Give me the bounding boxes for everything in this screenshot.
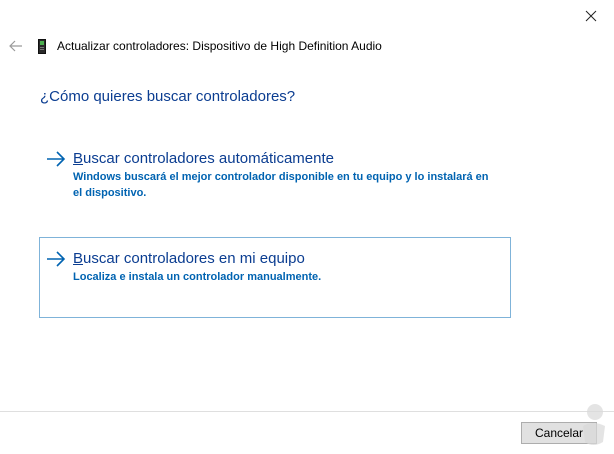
option-description: Windows buscará el mejor controlador dis… (73, 171, 489, 199)
footer-separator (0, 411, 614, 412)
option-title: Buscar controladores en mi equipo (73, 250, 305, 267)
arrow-right-icon (47, 151, 66, 167)
title-bar: Actualizar controladores: Dispositivo de… (8, 36, 382, 56)
audio-device-icon (38, 38, 48, 54)
search-automatically-option[interactable]: Buscar controladores automáticamente Win… (39, 137, 511, 209)
page-question: ¿Cómo quieres buscar controladores? (40, 88, 296, 105)
close-icon (585, 10, 597, 22)
option-description: Localiza e instala un controlador manual… (73, 271, 322, 283)
back-button[interactable] (8, 38, 24, 54)
window-title: Actualizar controladores: Dispositivo de… (57, 39, 382, 53)
option-title: Buscar controladores automáticamente (73, 150, 334, 167)
browse-my-computer-option[interactable]: Buscar controladores en mi equipo Locali… (39, 237, 511, 318)
close-button[interactable] (568, 0, 614, 32)
back-arrow-icon (9, 40, 22, 52)
arrow-right-icon (47, 251, 66, 267)
watermark-logo (583, 404, 605, 445)
